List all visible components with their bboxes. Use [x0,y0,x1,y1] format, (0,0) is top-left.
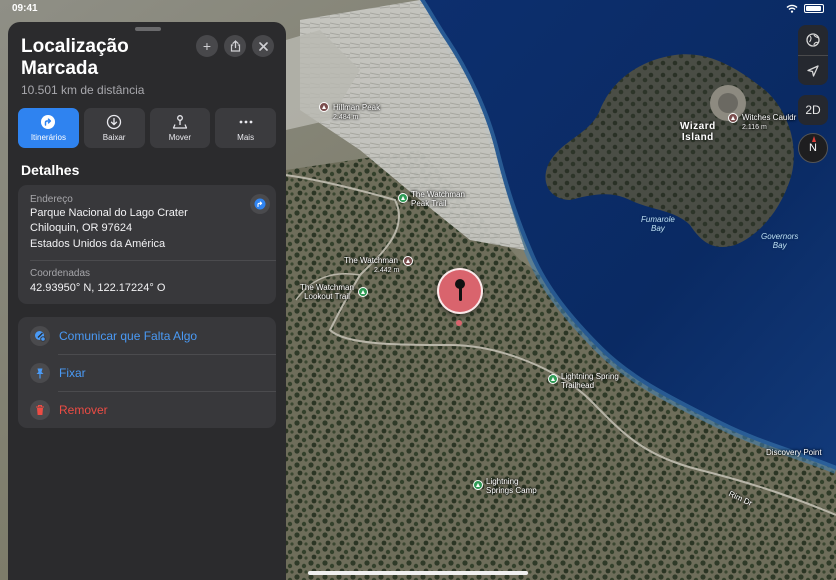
address-line-2[interactable]: Chiloquin, OR 97624 [30,221,132,236]
label-hillman-peak-elevation: 2.484 m [333,114,359,121]
action-buttons: Itinerários Baixar Mover Mais [18,108,276,148]
directions-label: Itinerários [30,133,66,142]
campground-icon[interactable] [473,480,483,490]
globe-icon [806,33,820,47]
trailhead-icon[interactable] [398,193,408,203]
coordinates-label: Coordenadas [30,268,91,279]
report-missing-label: Comunicar que Falta Algo [59,328,198,343]
label-lightning-spring-trailhead: Lightning Spring Trailhead [561,372,619,390]
label-wizard-island: Wizard Island [680,121,716,143]
battery-icon [804,4,824,13]
address-line-3[interactable]: Estados Unidos da América [30,237,165,252]
remove-label: Remover [59,402,108,417]
current-location-button[interactable] [798,55,828,85]
label-lightning-springs-camp: Lightning Springs Camp [486,477,537,495]
details-heading: Detalhes [21,162,80,178]
address-directions-button[interactable] [250,194,270,214]
directions-icon [254,198,266,210]
place-title: Localização Marcada [21,36,129,79]
label-governors-bay: Governors Bay [761,232,799,250]
download-icon [106,114,122,130]
share-button[interactable] [224,35,246,57]
compass[interactable]: N [798,133,828,163]
marked-location-pin[interactable] [437,268,483,314]
trash-icon [30,399,50,420]
address-line-1[interactable]: Parque Nacional do Lago Crater [30,206,188,221]
pin-button[interactable]: Fixar [18,354,276,391]
peak-icon[interactable] [319,102,329,112]
view-mode-2d-button[interactable]: 2D [798,95,828,125]
address-label: Endereço [30,194,73,205]
more-icon [239,120,253,124]
move-pin-icon [172,115,187,129]
label-witches-cauldron: Witches Cauldr [742,113,797,122]
report-missing-button[interactable]: Comunicar que Falta Algo [18,317,276,354]
sheet-grabber[interactable] [135,27,161,31]
compass-needle-icon [812,136,816,142]
compass-north-label: N [809,142,817,154]
move-button[interactable]: Mover [149,108,211,148]
directions-icon [41,115,56,129]
remove-button[interactable]: Remover [18,391,276,428]
share-icon [230,40,240,52]
peak-icon[interactable] [403,256,413,266]
label-discovery-point: Discovery Point [766,448,822,457]
trailhead-icon[interactable] [358,287,368,297]
place-card: Localização Marcada 10.501 km de distânc… [8,22,286,580]
status-bar: 09:41 [0,0,836,18]
label-the-watchman-elevation: 2.442 m [374,267,400,274]
coordinates-value[interactable]: 42.93950° N, 122.17224° O [30,281,165,296]
pin-anchor-dot [456,320,462,326]
download-label: Baixar [102,133,126,142]
plus-icon: + [202,38,212,54]
download-button[interactable]: Baixar [83,108,145,148]
options-card: Comunicar que Falta Algo Fixar Remover [18,317,276,428]
map-layers-button[interactable] [798,25,828,55]
label-watchman-lookout-trail: The Watchman Lookout Trail [300,283,354,301]
divider [30,260,276,261]
more-button[interactable]: Mais [215,108,276,148]
wifi-icon [786,4,798,13]
move-label: Mover [168,133,191,142]
report-icon [30,325,50,346]
trailhead-icon[interactable] [548,374,558,384]
place-distance: 10.501 km de distância [21,83,145,97]
status-time: 09:41 [12,3,38,14]
map-controls [798,25,828,85]
peak-icon[interactable] [728,113,738,123]
label-fumarole-bay: Fumarole Bay [641,215,675,233]
location-arrow-icon [807,64,819,77]
home-indicator[interactable] [308,571,528,575]
close-icon [258,41,268,51]
close-button[interactable] [252,35,274,57]
add-button[interactable]: + [196,35,218,57]
label-hillman-peak: Hillman Peak [333,103,381,112]
more-label: Mais [237,133,255,142]
details-card: Endereço Parque Nacional do Lago Crater … [18,185,276,304]
pin-icon [30,362,50,383]
label-the-watchman: The Watchman [344,256,398,265]
pin-label: Fixar [59,365,86,380]
label-witches-cauldron-elevation: 2.116 m [742,124,767,131]
directions-button[interactable]: Itinerários [18,108,79,148]
label-watchman-peak-trail: The Watchman Peak Trail [411,190,465,208]
